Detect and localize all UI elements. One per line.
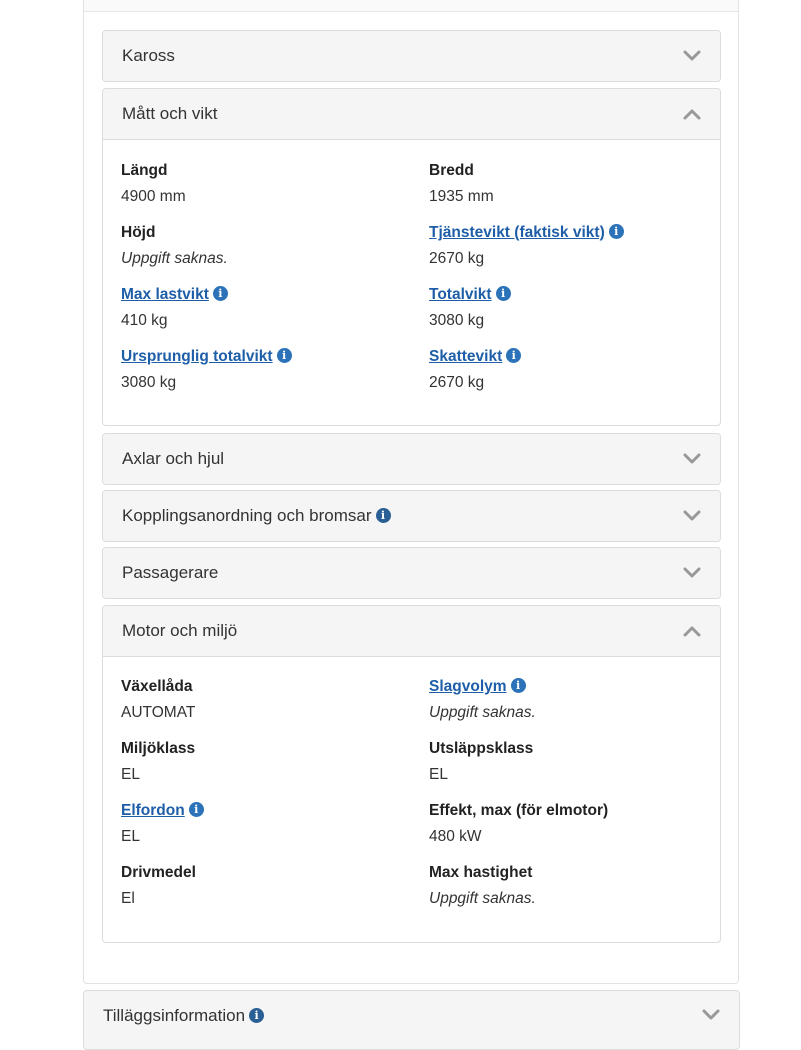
field-tjanstevikt-value: 2670 kg bbox=[429, 250, 485, 267]
field-skattevikt-value: 2670 kg bbox=[429, 374, 485, 391]
info-icon[interactable]: i bbox=[375, 507, 391, 523]
field-langd: Längd 4900 mm bbox=[121, 162, 186, 206]
totalvikt-link[interactable]: Totalvikt bbox=[429, 286, 492, 303]
field-miljoklass: Miljöklass EL bbox=[121, 740, 195, 784]
field-elfordon: Elfordon i EL bbox=[121, 802, 204, 846]
elfordon-link[interactable]: Elfordon bbox=[121, 802, 185, 819]
slagvolym-link[interactable]: Slagvolym bbox=[429, 678, 507, 695]
field-elfordon-value: EL bbox=[121, 828, 140, 845]
field-miljoklass-label: Miljöklass bbox=[121, 740, 196, 757]
field-langd-value: 4900 mm bbox=[121, 188, 186, 205]
section-matt-och-vikt: Mått och vikt Längd 4900 mm Bredd 1935 m… bbox=[102, 88, 721, 426]
section-kopplingsanordning: Kopplingsanordning och bromsar i bbox=[102, 490, 721, 542]
section-kaross-title: Kaross bbox=[122, 46, 175, 65]
field-hojd: Höjd Uppgift saknas. bbox=[121, 224, 228, 268]
info-icon[interactable]: i bbox=[212, 286, 228, 302]
field-ursprunglig-totalvikt: Ursprunglig totalvikt i 3080 kg bbox=[121, 348, 292, 392]
chevron-down-icon bbox=[683, 50, 701, 61]
field-max-hastighet-label: Max hastighet bbox=[429, 864, 533, 881]
section-passagerare-header[interactable]: Passagerare bbox=[103, 548, 720, 598]
field-drivmedel-value: El bbox=[121, 890, 135, 907]
field-bredd: Bredd 1935 mm bbox=[429, 162, 494, 206]
field-totalvikt-value: 3080 kg bbox=[429, 312, 485, 329]
section-kaross: Kaross bbox=[102, 30, 721, 82]
ursprunglig-totalvikt-link[interactable]: Ursprunglig totalvikt bbox=[121, 348, 273, 365]
field-drivmedel: Drivmedel El bbox=[121, 864, 196, 908]
chevron-up-icon bbox=[683, 109, 701, 120]
field-effekt-max: Effekt, max (för elmotor) 480 kW bbox=[429, 802, 608, 846]
field-totalvikt: Totalvikt i 3080 kg bbox=[429, 286, 511, 330]
section-motor-och-miljo: Motor och miljö Växellåda AUTOMAT Slagvo… bbox=[102, 605, 721, 943]
field-vaxellada-value: AUTOMAT bbox=[121, 704, 196, 721]
section-motor-och-miljo-body: Växellåda AUTOMAT Slagvolym i Uppgift sak… bbox=[103, 657, 720, 942]
field-bredd-label: Bredd bbox=[429, 162, 474, 179]
section-tillaggsinformation-title: Tilläggsinformation bbox=[103, 1006, 246, 1025]
field-hojd-value: Uppgift saknas. bbox=[121, 250, 228, 267]
chevron-down-icon bbox=[702, 1009, 720, 1020]
max-lastvikt-link[interactable]: Max lastvikt bbox=[121, 286, 209, 303]
info-icon[interactable]: i bbox=[608, 224, 624, 240]
field-utslappsklass-value: EL bbox=[429, 766, 448, 783]
info-icon[interactable]: i bbox=[495, 286, 511, 302]
field-max-lastvikt: Max lastvikt i 410 kg bbox=[121, 286, 228, 330]
info-icon[interactable]: i bbox=[276, 348, 292, 364]
section-axlar-och-hjul-title: Axlar och hjul bbox=[122, 449, 225, 468]
section-matt-och-vikt-title: Mått och vikt bbox=[122, 104, 218, 123]
field-max-lastvikt-value: 410 kg bbox=[121, 312, 168, 329]
section-kopplingsanordning-title: Kopplingsanordning och bromsar bbox=[122, 506, 372, 525]
field-skattevikt: Skattevikt i 2670 kg bbox=[429, 348, 522, 392]
section-axlar-och-hjul-header[interactable]: Axlar och hjul bbox=[103, 434, 720, 484]
section-kaross-header[interactable]: Kaross bbox=[103, 31, 720, 81]
field-max-hastighet: Max hastighet Uppgift saknas. bbox=[429, 864, 536, 908]
info-icon[interactable]: i bbox=[510, 678, 526, 694]
field-utslappsklass: Utsläppsklass EL bbox=[429, 740, 533, 784]
field-tjanstevikt: Tjänstevikt (faktisk vikt) i 2670 kg bbox=[429, 224, 624, 268]
chevron-up-icon bbox=[683, 626, 701, 637]
field-vaxellada: Växellåda AUTOMAT bbox=[121, 678, 195, 722]
section-matt-och-vikt-body: Längd 4900 mm Bredd 1935 mm Höjd Uppgift… bbox=[103, 140, 720, 425]
section-matt-och-vikt-header[interactable]: Mått och vikt bbox=[103, 89, 720, 140]
tjanstevikt-link[interactable]: Tjänstevikt (faktisk vikt) bbox=[429, 224, 605, 241]
field-effekt-max-value: 480 kW bbox=[429, 828, 482, 845]
field-langd-label: Längd bbox=[121, 162, 168, 179]
section-kopplingsanordning-header[interactable]: Kopplingsanordning och bromsar i bbox=[103, 491, 720, 541]
section-passagerare: Passagerare bbox=[102, 547, 721, 599]
chevron-down-icon bbox=[683, 567, 701, 578]
section-tillaggsinformation[interactable]: Tilläggsinformation i bbox=[83, 990, 740, 1050]
field-effekt-max-label: Effekt, max (för elmotor) bbox=[429, 802, 609, 819]
skattevikt-link[interactable]: Skattevikt bbox=[429, 348, 502, 365]
field-ursprunglig-totalvikt-value: 3080 kg bbox=[121, 374, 177, 391]
info-icon[interactable]: i bbox=[506, 348, 522, 364]
field-slagvolym-value: Uppgift saknas. bbox=[429, 704, 536, 721]
chevron-down-icon bbox=[683, 453, 701, 464]
field-drivmedel-label: Drivmedel bbox=[121, 864, 196, 881]
field-miljoklass-value: EL bbox=[121, 766, 140, 783]
field-max-hastighet-value: Uppgift saknas. bbox=[429, 890, 536, 907]
card-top-strip bbox=[84, 0, 738, 12]
section-axlar-och-hjul: Axlar och hjul bbox=[102, 433, 721, 485]
field-slagvolym: Slagvolym i Uppgift saknas. bbox=[429, 678, 536, 722]
field-hojd-label: Höjd bbox=[121, 224, 156, 241]
field-vaxellada-label: Växellåda bbox=[121, 678, 193, 695]
field-bredd-value: 1935 mm bbox=[429, 188, 494, 205]
section-motor-och-miljo-title: Motor och miljö bbox=[122, 621, 238, 640]
section-motor-och-miljo-header[interactable]: Motor och miljö bbox=[103, 606, 720, 657]
chevron-down-icon bbox=[683, 510, 701, 521]
info-icon[interactable]: i bbox=[188, 802, 204, 818]
section-passagerare-title: Passagerare bbox=[122, 563, 219, 582]
field-utslappsklass-label: Utsläppsklass bbox=[429, 740, 534, 757]
info-icon[interactable]: i bbox=[249, 1007, 265, 1023]
